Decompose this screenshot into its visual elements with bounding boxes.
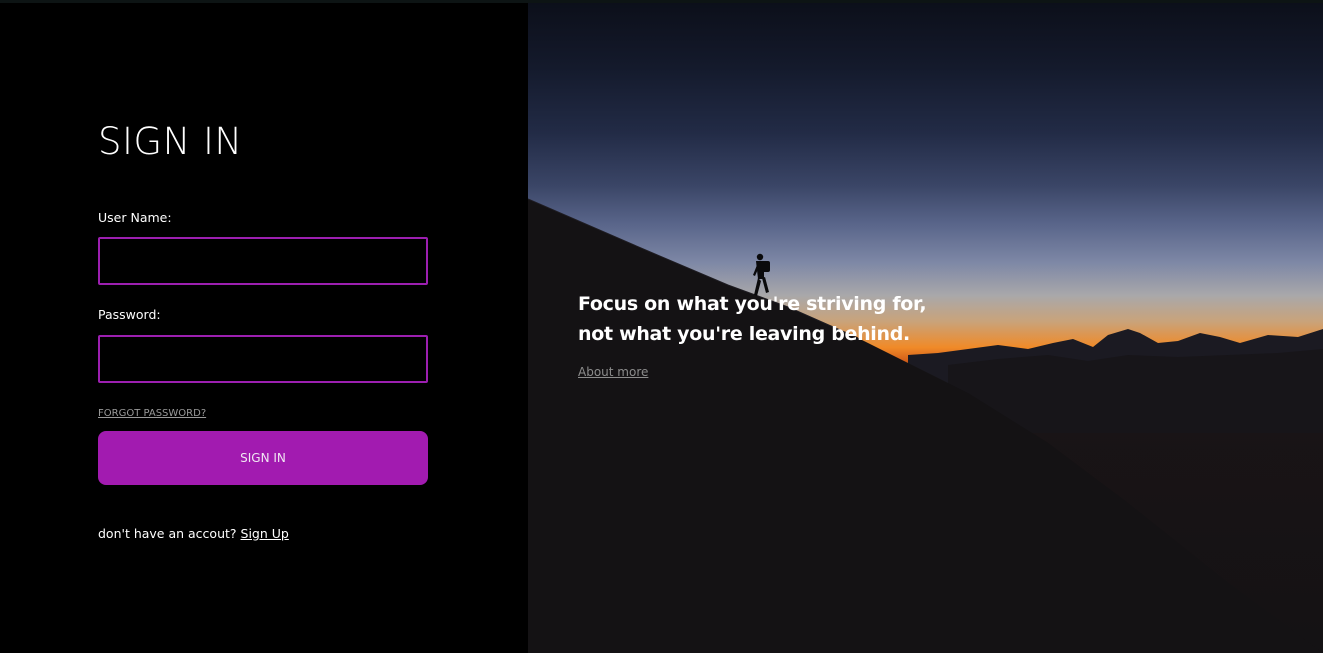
forgot-password-link[interactable]: FORGOT PASSWORD? [98, 408, 206, 419]
password-label: Password: [98, 307, 161, 322]
signup-prompt-text: don't have an accout? [98, 526, 237, 541]
username-label: User Name: [98, 210, 172, 225]
sign-in-button[interactable]: SIGN IN [98, 431, 428, 485]
sign-up-link[interactable]: Sign Up [241, 526, 289, 541]
hero-quote-line1: Focus on what you're striving for, [578, 293, 927, 315]
sign-in-panel: SIGN IN User Name: Password: FORGOT PASS… [0, 3, 528, 653]
hero-panel: Focus on what you're striving for, not w… [528, 3, 1323, 653]
signup-prompt: don't have an accout? Sign Up [98, 526, 289, 541]
page-title: SIGN IN [98, 120, 243, 163]
username-input[interactable] [98, 237, 428, 285]
about-more-link[interactable]: About more [578, 365, 648, 379]
hero-quote-line2: not what you're leaving behind. [578, 323, 910, 345]
password-input[interactable] [98, 335, 428, 383]
hero-quote: Focus on what you're striving for, not w… [578, 289, 927, 349]
